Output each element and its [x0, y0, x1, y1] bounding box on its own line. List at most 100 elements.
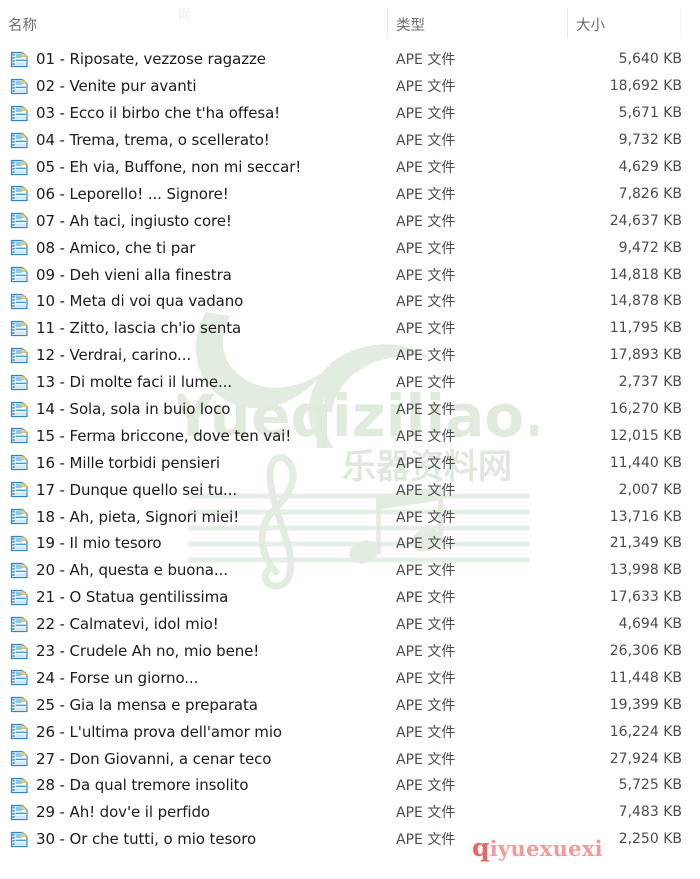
table-row[interactable]: 21 - O Statua gentilissima APE 文件 17,633…	[0, 584, 700, 611]
table-row[interactable]: 07 - Ah taci, ingiusto core! APE 文件 24,6…	[0, 207, 700, 234]
table-row[interactable]: 05 - Eh via, Buffone, non mi seccar! APE…	[0, 154, 700, 181]
file-name-label: 27 - Don Giovanni, a cenar teco	[36, 749, 272, 768]
table-row[interactable]: 20 - Ah, questa e buona... APE 文件 13,998…	[0, 557, 700, 584]
file-name-label: 07 - Ah taci, ingiusto core!	[36, 211, 232, 230]
cell-file-name[interactable]: 02 - Venite pur avanti	[0, 77, 387, 96]
cell-file-name[interactable]: 07 - Ah taci, ingiusto core!	[0, 211, 387, 230]
file-name-label: 05 - Eh via, Buffone, non mi seccar!	[36, 158, 302, 176]
table-row[interactable]: 14 - Sola, sola in buio loco APE 文件 16,2…	[0, 396, 700, 423]
file-name-label: 18 - Ah, pieta, Signori miei!	[36, 507, 240, 526]
cell-file-name[interactable]: 04 - Trema, trema, o scellerato!	[0, 131, 387, 150]
cell-file-size: 11,448 KB	[609, 669, 682, 686]
cell-file-size: 7,483 KB	[618, 804, 682, 821]
cell-file-size: 11,440 KB	[609, 454, 682, 471]
column-header-name-label: 名称	[8, 18, 37, 34]
table-row[interactable]: 22 - Calmatevi, idol mio! APE 文件 4,694 K…	[0, 611, 700, 638]
ape-audio-file-icon	[10, 507, 29, 526]
cell-file-name[interactable]: 25 - Gia la mensa e preparata	[0, 695, 387, 714]
table-row[interactable]: 26 - L'ultima prova dell'amor mio APE 文件…	[0, 718, 700, 745]
cell-file-name[interactable]: 17 - Dunque quello sei tu...	[0, 480, 387, 499]
table-row[interactable]: 10 - Meta di voi qua vadano APE 文件 14,87…	[0, 288, 700, 315]
table-row[interactable]: 11 - Zitto, lascia ch'io senta APE 文件 11…	[0, 315, 700, 342]
ape-audio-file-icon	[10, 480, 29, 499]
cell-file-name[interactable]: 09 - Deh vieni alla finestra	[0, 265, 387, 284]
table-row[interactable]: 27 - Don Giovanni, a cenar teco APE 文件 2…	[0, 745, 700, 772]
table-row[interactable]: 24 - Forse un giorno... APE 文件 11,448 KB	[0, 664, 700, 691]
cell-file-name[interactable]: 18 - Ah, pieta, Signori miei!	[0, 507, 387, 526]
cell-file-name[interactable]: 19 - Il mio tesoro	[0, 534, 387, 553]
column-header-type[interactable]: 类型	[387, 0, 567, 38]
column-header-name[interactable]: 名称	[0, 0, 387, 35]
table-row[interactable]: 08 - Amico, che ti par APE 文件 9,472 KB	[0, 234, 700, 261]
table-row[interactable]: 18 - Ah, pieta, Signori miei! APE 文件 13,…	[0, 503, 700, 530]
table-row[interactable]: 09 - Deh vieni alla finestra APE 文件 14,8…	[0, 261, 700, 288]
ape-audio-file-icon	[10, 803, 29, 822]
table-row[interactable]: 12 - Verdrai, carino... APE 文件 17,893 KB	[0, 342, 700, 369]
cell-file-size: 5,725 KB	[618, 777, 682, 794]
table-row[interactable]: 02 - Venite pur avanti APE 文件 18,692 KB	[0, 73, 700, 100]
file-name-label: 28 - Da qual tremore insolito	[36, 776, 249, 795]
cell-file-name[interactable]: 24 - Forse un giorno...	[0, 668, 387, 687]
table-row[interactable]: 25 - Gia la mensa e preparata APE 文件 19,…	[0, 691, 700, 718]
cell-file-name[interactable]: 10 - Meta di voi qua vadano	[0, 292, 387, 311]
cell-file-name[interactable]: 20 - Ah, questa e buona...	[0, 561, 387, 580]
ape-audio-file-icon	[10, 400, 29, 419]
file-name-label: 21 - O Statua gentilissima	[36, 588, 229, 607]
cell-file-name[interactable]: 22 - Calmatevi, idol mio!	[0, 615, 387, 634]
table-row[interactable]: 15 - Ferma briccone, dove ten vai! APE 文…	[0, 422, 700, 449]
cell-file-name[interactable]: 29 - Ah! dov'e il perfido	[0, 803, 387, 822]
table-row[interactable]: 23 - Crudele Ah no, mio bene! APE 文件 26,…	[0, 638, 700, 665]
file-name-label: 26 - L'ultima prova dell'amor mio	[36, 722, 282, 741]
cell-file-size: 27,924 KB	[609, 750, 682, 767]
cell-file-name[interactable]: 23 - Crudele Ah no, mio bene!	[0, 642, 387, 661]
file-name-label: 30 - Or che tutti, o mio tesoro	[36, 830, 257, 849]
table-row[interactable]: 01 - Riposate, vezzose ragazze APE 文件 5,…	[0, 46, 700, 73]
cell-file-size: 9,472 KB	[618, 239, 682, 256]
cell-file-size: 14,878 KB	[609, 293, 682, 310]
column-divider-end[interactable]	[680, 8, 681, 38]
table-row[interactable]: 19 - Il mio tesoro APE 文件 21,349 KB	[0, 530, 700, 557]
cell-file-type: APE 文件	[396, 402, 456, 419]
ape-audio-file-icon	[10, 265, 29, 284]
cell-file-name[interactable]: 03 - Ecco il birbo che t'ha offesa!	[0, 104, 387, 123]
cell-file-type: APE 文件	[396, 455, 456, 472]
table-row[interactable]: 03 - Ecco il birbo che t'ha offesa! APE …	[0, 100, 700, 127]
table-row[interactable]: 30 - Or che tutti, o mio tesoro APE 文件 2…	[0, 826, 700, 853]
cell-file-name[interactable]: 11 - Zitto, lascia ch'io senta	[0, 319, 387, 338]
cell-file-size: 4,694 KB	[618, 616, 682, 633]
cell-file-name[interactable]: 28 - Da qual tremore insolito	[0, 776, 387, 795]
file-name-label: 10 - Meta di voi qua vadano	[36, 292, 244, 311]
column-divider[interactable]	[567, 8, 568, 38]
column-divider[interactable]	[387, 8, 388, 38]
cell-file-name[interactable]: 14 - Sola, sola in buio loco	[0, 400, 387, 419]
cell-file-name[interactable]: 26 - L'ultima prova dell'amor mio	[0, 722, 387, 741]
cell-file-name[interactable]: 30 - Or che tutti, o mio tesoro	[0, 830, 387, 849]
cell-file-name[interactable]: 05 - Eh via, Buffone, non mi seccar!	[0, 158, 387, 177]
table-row[interactable]: 04 - Trema, trema, o scellerato! APE 文件 …	[0, 127, 700, 154]
table-row[interactable]: 06 - Leporello! ... Signore! APE 文件 7,82…	[0, 180, 700, 207]
cell-file-name[interactable]: 08 - Amico, che ti par	[0, 238, 387, 257]
file-name-label: 02 - Venite pur avanti	[36, 77, 197, 96]
cell-file-type: APE 文件	[396, 79, 456, 96]
cell-file-name[interactable]: 21 - O Statua gentilissima	[0, 588, 387, 607]
cell-file-size: 17,633 KB	[609, 589, 682, 606]
file-name-label: 06 - Leporello! ... Signore!	[36, 184, 229, 203]
table-row[interactable]: 29 - Ah! dov'e il perfido APE 文件 7,483 K…	[0, 799, 700, 826]
cell-file-name[interactable]: 27 - Don Giovanni, a cenar teco	[0, 749, 387, 768]
column-header-size[interactable]: 大小	[567, 0, 680, 38]
cell-file-name[interactable]: 01 - Riposate, vezzose ragazze	[0, 50, 387, 69]
cell-file-name[interactable]: 06 - Leporello! ... Signore!	[0, 184, 387, 203]
table-row[interactable]: 13 - Di molte faci il lume... APE 文件 2,7…	[0, 369, 700, 396]
table-row[interactable]: 16 - Mille torbidi pensieri APE 文件 11,44…	[0, 449, 700, 476]
cell-file-name[interactable]: 12 - Verdrai, carino...	[0, 346, 387, 365]
cell-file-name[interactable]: 16 - Mille torbidi pensieri	[0, 453, 387, 472]
cell-file-name[interactable]: 13 - Di molte faci il lume...	[0, 373, 387, 392]
cell-file-size: 9,732 KB	[618, 132, 682, 149]
cell-file-type: APE 文件	[396, 751, 456, 768]
file-name-label: 11 - Zitto, lascia ch'io senta	[36, 319, 242, 338]
cell-file-size: 12,015 KB	[609, 427, 682, 444]
table-row[interactable]: 28 - Da qual tremore insolito APE 文件 5,7…	[0, 772, 700, 799]
ape-audio-file-icon	[10, 77, 29, 96]
cell-file-name[interactable]: 15 - Ferma briccone, dove ten vai!	[0, 426, 387, 445]
table-row[interactable]: 17 - Dunque quello sei tu... APE 文件 2,00…	[0, 476, 700, 503]
